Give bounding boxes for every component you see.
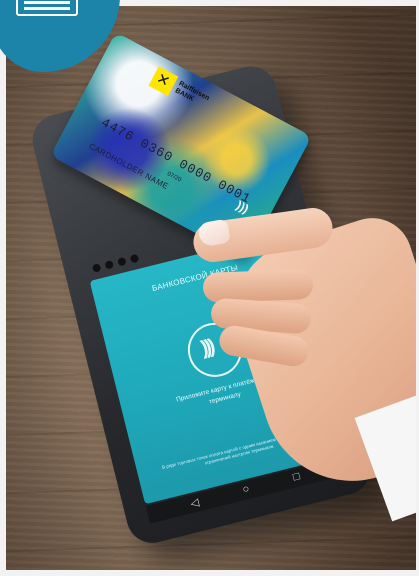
photo-frame: БАНКОВСКОЙ КАРТЫ Приложите карту к платё…	[0, 0, 419, 576]
hamburger-menu-icon[interactable]	[16, 0, 78, 16]
back-icon: ◁	[189, 496, 201, 511]
hand	[181, 201, 416, 522]
bank-name: Raiffeisen BANK	[173, 80, 211, 103]
finger	[202, 269, 314, 303]
